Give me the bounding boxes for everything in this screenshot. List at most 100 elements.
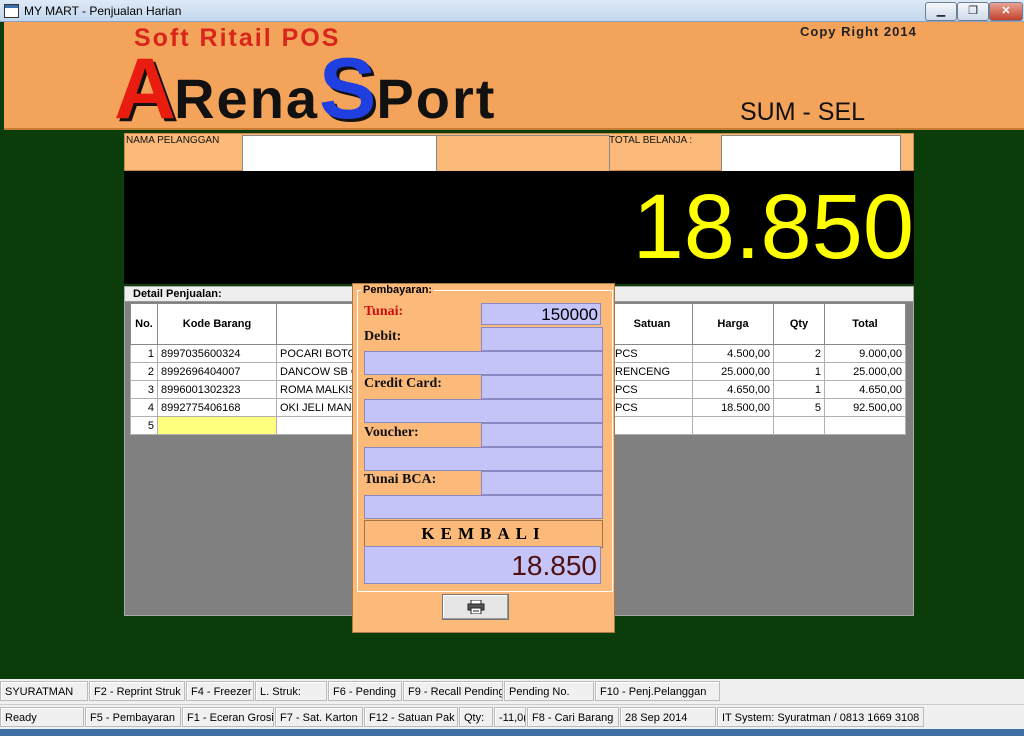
total-display: 18.850 [124, 171, 914, 284]
status-ready: Ready [0, 707, 84, 727]
os-taskbar [0, 729, 1024, 736]
cell-harga[interactable]: 4.500,00 [692, 344, 774, 363]
brand-logo: ARenaSPort [114, 40, 496, 140]
cell-satuan[interactable] [611, 416, 693, 435]
payment-dialog: Pembayaran: Tunai: 150000 Debit: Credit … [352, 283, 615, 633]
debit-card-input[interactable] [364, 351, 603, 375]
cell-qty[interactable]: 1 [773, 380, 825, 399]
payment-title: Pembayaran: [361, 284, 435, 296]
brand-letter-s: S [319, 41, 377, 137]
brand-letter-a: A [114, 41, 176, 137]
cell-no[interactable]: 4 [130, 398, 158, 417]
col-satuan[interactable]: Satuan [611, 303, 693, 345]
cell-kode[interactable]: 8996001302323 [157, 380, 277, 399]
status-pending-no: Pending No. [504, 681, 594, 701]
kembali-label: KEMBALI [364, 520, 603, 548]
customer-name-input[interactable] [242, 135, 438, 172]
status-last-struk: L. Struk: [255, 681, 327, 701]
shortcut-penj-pelanggan[interactable]: F10 - Penj.Pelanggan [595, 681, 720, 701]
cell-harga[interactable]: 4.650,00 [692, 380, 774, 399]
shortcut-bar-2: Ready F5 - Pembayaran F1 - Eceran Grosir… [0, 704, 1024, 729]
kode-barang-input[interactable] [157, 416, 277, 435]
cell-harga[interactable] [692, 416, 774, 435]
debit-label: Debit: [364, 329, 402, 344]
status-date: 28 Sep 2014 [620, 707, 716, 727]
cell-satuan[interactable]: RENCENG [611, 362, 693, 381]
customer-name-label: NAMA PELANGGAN [126, 135, 220, 146]
shortcut-cari-barang[interactable]: F8 - Cari Barang [527, 707, 619, 727]
cell-kode[interactable]: 8997035600324 [157, 344, 277, 363]
tunai-input[interactable]: 150000 [481, 303, 601, 325]
cell-harga[interactable]: 25.000,00 [692, 362, 774, 381]
cell-no[interactable]: 1 [130, 344, 158, 363]
window-title: MY MART - Penjualan Harian [24, 4, 182, 18]
cell-no[interactable]: 2 [130, 362, 158, 381]
status-qty-label: Qty: [459, 707, 493, 727]
tunai-bca-input[interactable] [481, 471, 603, 495]
cell-total[interactable]: 92.500,00 [824, 398, 906, 417]
status-it-system: IT System: Syuratman / 0813 1669 3108 [717, 707, 924, 727]
cell-no[interactable]: 5 [130, 416, 158, 435]
col-harga[interactable]: Harga [692, 303, 774, 345]
status-qty-value: -11,0( [494, 707, 526, 727]
status-user: SYURATMAN [0, 681, 88, 701]
cell-total[interactable]: 25.000,00 [824, 362, 906, 381]
cell-total[interactable] [824, 416, 906, 435]
cell-qty[interactable]: 5 [773, 398, 825, 417]
detail-legend: Detail Penjualan: [133, 288, 222, 300]
col-kode-barang[interactable]: Kode Barang [157, 303, 277, 345]
minimize-button[interactable]: ▁ [925, 2, 957, 21]
voucher-code-input[interactable] [364, 447, 603, 471]
tunai-bca-ref-input[interactable] [364, 495, 603, 519]
shortcut-bar-1: SYURATMAN F2 - Reprint Struk F4 - Freeze… [0, 679, 1024, 704]
window-titlebar: MY MART - Penjualan Harian ▁ ❐ ✕ [0, 0, 1024, 22]
cell-satuan[interactable]: PCS [611, 398, 693, 417]
tunai-label: Tunai: [364, 304, 404, 319]
customer-extra-field [436, 135, 610, 172]
total-belanja-field [721, 135, 901, 172]
shortcut-freezer[interactable]: F4 - Freezer [186, 681, 254, 701]
app-window-icon [4, 4, 19, 18]
credit-card-number-input[interactable] [364, 399, 603, 423]
brand-banner: Soft Ritail POS Copy Right 2014 ARenaSPo… [4, 22, 1024, 137]
customer-panel: NAMA PELANGGAN TOTAL BELANJA : [124, 133, 914, 172]
cell-qty[interactable]: 2 [773, 344, 825, 363]
maximize-button[interactable]: ❐ [957, 2, 989, 21]
print-button[interactable] [442, 594, 509, 620]
total-display-amount: 18.850 [632, 176, 914, 278]
close-button[interactable]: ✕ [989, 2, 1023, 21]
cell-total[interactable]: 4.650,00 [824, 380, 906, 399]
cell-satuan[interactable]: PCS [611, 344, 693, 363]
shortcut-satuan-pak[interactable]: F12 - Satuan Pak [364, 707, 458, 727]
cell-no[interactable]: 3 [130, 380, 158, 399]
brand-word-port: Port [376, 67, 497, 130]
col-no[interactable]: No. [130, 303, 158, 345]
brand-word-rena: Rena [174, 67, 320, 130]
credit-card-label: Credit Card: [364, 376, 442, 391]
tunai-bca-label: Tunai BCA: [364, 472, 437, 487]
cell-qty[interactable]: 1 [773, 362, 825, 381]
cell-total[interactable]: 9.000,00 [824, 344, 906, 363]
voucher-label: Voucher: [364, 425, 419, 440]
total-belanja-label: TOTAL BELANJA : [609, 135, 693, 146]
cell-satuan[interactable]: PCS [611, 380, 693, 399]
shortcut-pembayaran[interactable]: F5 - Pembayaran [85, 707, 181, 727]
col-qty[interactable]: Qty [773, 303, 825, 345]
shortcut-recall-pending[interactable]: F9 - Recall Pending [403, 681, 503, 701]
banner-copyright: Copy Right 2014 [800, 24, 917, 39]
cell-kode[interactable]: 8992696404007 [157, 362, 277, 381]
shortcut-sat-karton[interactable]: F7 - Sat. Karton [275, 707, 363, 727]
kembali-amount: 18.850 [364, 546, 601, 584]
credit-card-input[interactable] [481, 375, 603, 399]
cell-kode[interactable]: 8992775406168 [157, 398, 277, 417]
shortcut-reprint-struk[interactable]: F2 - Reprint Struk [89, 681, 185, 701]
shortcut-pending[interactable]: F6 - Pending [328, 681, 402, 701]
col-total[interactable]: Total [824, 303, 906, 345]
cell-harga[interactable]: 18.500,00 [692, 398, 774, 417]
debit-input[interactable] [481, 327, 603, 351]
voucher-input[interactable] [481, 423, 603, 447]
printer-icon [467, 599, 484, 615]
cell-qty[interactable] [773, 416, 825, 435]
shortcut-eceran-grosir[interactable]: F1 - Eceran Grosir [182, 707, 274, 727]
banner-region: SUM - SEL [740, 98, 866, 126]
